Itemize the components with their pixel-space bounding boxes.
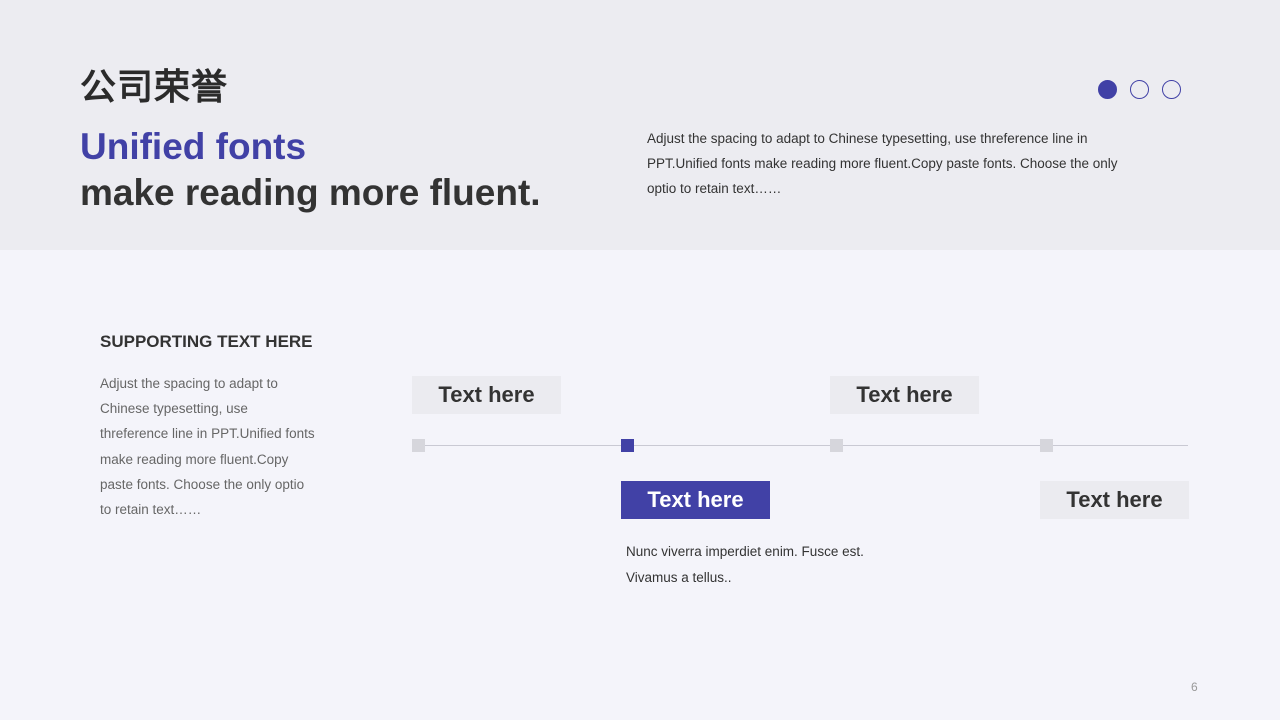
pagination-dot-3[interactable] <box>1162 80 1181 99</box>
pagination-dot-2[interactable] <box>1130 80 1149 99</box>
timeline-marker-2 <box>621 439 634 452</box>
milestone-description: Nunc viverra imperdiet enim. Fusce est. … <box>626 544 864 585</box>
timeline-marker-3 <box>830 439 843 452</box>
pagination-dot-1[interactable] <box>1098 80 1117 99</box>
milestone-label-4: Text here <box>1040 481 1189 519</box>
pagination-dots <box>1098 80 1181 99</box>
headline-main: make reading more fluent. <box>80 172 541 213</box>
timeline-marker-1 <box>412 439 425 452</box>
page-number: 6 <box>1191 680 1198 694</box>
supporting-body: Adjust the spacing to adapt to Chinese t… <box>100 376 315 518</box>
milestone-label-3: Text here <box>830 376 979 414</box>
timeline-line <box>412 445 1188 446</box>
milestone-label-1: Text here <box>412 376 561 414</box>
supporting-heading: SUPPORTING TEXT HERE <box>100 332 313 351</box>
timeline-marker-4 <box>1040 439 1053 452</box>
headline-accent: Unified fonts <box>80 126 307 167</box>
milestone-label-2: Text here <box>621 481 770 519</box>
page-title: 公司荣誉 <box>80 67 229 108</box>
header-description: Adjust the spacing to adapt to Chinese t… <box>647 131 1118 196</box>
